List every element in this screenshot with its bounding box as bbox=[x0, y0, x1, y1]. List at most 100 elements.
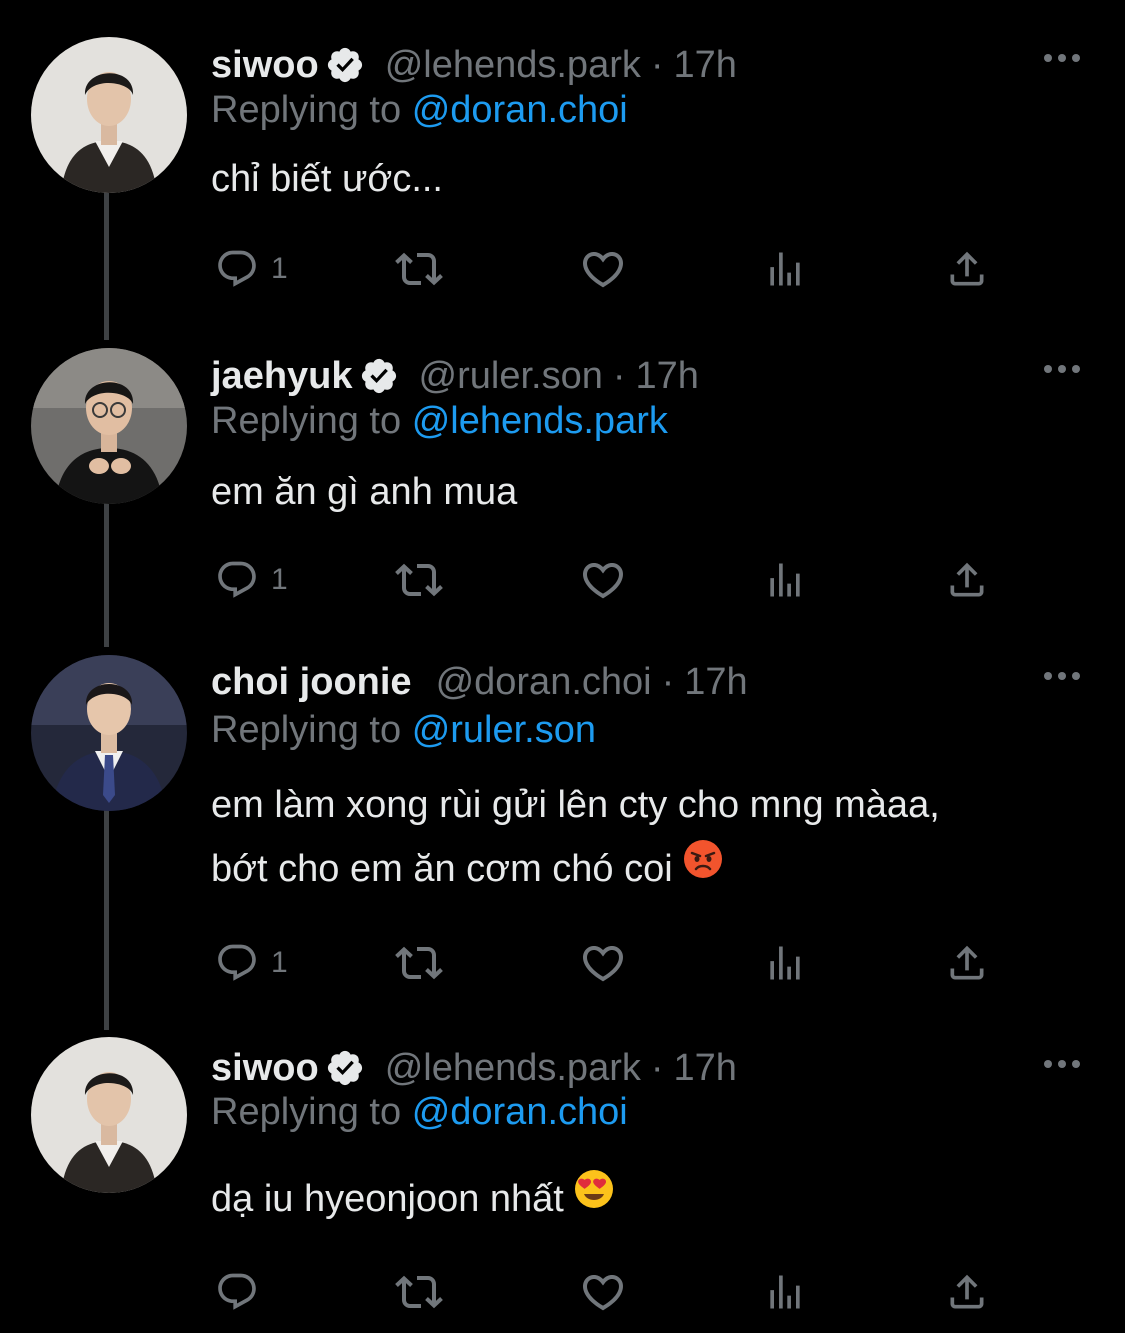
replying-to-label: Replying to bbox=[211, 1091, 402, 1133]
display-name[interactable]: choi joonie bbox=[211, 661, 412, 704]
replying-to-label: Replying to bbox=[211, 709, 402, 751]
verified-badge-icon bbox=[325, 45, 365, 85]
replying-to: Replying to @ruler.son bbox=[211, 709, 596, 752]
replying-to-label: Replying to bbox=[211, 89, 402, 131]
like-button[interactable] bbox=[579, 938, 627, 988]
reply-count: 1 bbox=[271, 252, 288, 285]
mention-link[interactable]: @lehends.park bbox=[412, 400, 668, 442]
retweet-button[interactable] bbox=[395, 1267, 443, 1317]
tweet-text-line: bớt cho em ăn cơm chó coi bbox=[211, 837, 940, 903]
share-button[interactable] bbox=[945, 244, 989, 294]
retweet-icon bbox=[395, 939, 443, 987]
tweet-header: choi joonie @doran.choi · 17h bbox=[211, 657, 748, 707]
share-button[interactable] bbox=[945, 1267, 989, 1317]
verified-badge-icon bbox=[359, 356, 399, 396]
separator-dot: · bbox=[661, 660, 675, 703]
timestamp[interactable]: 17h bbox=[636, 355, 699, 398]
reply-count: 1 bbox=[271, 946, 288, 979]
like-button[interactable] bbox=[579, 1267, 627, 1317]
more-icon[interactable] bbox=[1042, 51, 1082, 65]
separator-dot: · bbox=[650, 1046, 664, 1089]
more-icon[interactable] bbox=[1042, 669, 1082, 683]
views-button[interactable] bbox=[763, 555, 807, 605]
retweet-button[interactable] bbox=[395, 244, 443, 294]
tweet-text-line: em làm xong rùi gửi lên cty cho mng màaa… bbox=[211, 784, 940, 826]
retweet-icon bbox=[395, 556, 443, 604]
like-button[interactable] bbox=[579, 555, 627, 605]
like-icon bbox=[579, 939, 627, 987]
timestamp[interactable]: 17h bbox=[684, 661, 747, 704]
separator-dot: · bbox=[612, 354, 626, 397]
share-icon bbox=[945, 941, 989, 985]
tweet[interactable]: siwoo @lehends.park · 17h Replying to @d… bbox=[0, 1037, 1125, 1333]
share-icon bbox=[945, 247, 989, 291]
share-button[interactable] bbox=[945, 555, 989, 605]
views-icon bbox=[763, 558, 807, 602]
tweet-text-line: em ăn gì anh mua bbox=[211, 471, 518, 513]
tweet-header: jaehyuk @ruler.son · 17h bbox=[211, 351, 699, 401]
reply-button[interactable]: 1 bbox=[215, 244, 288, 294]
views-icon bbox=[763, 1270, 807, 1314]
reply-button[interactable] bbox=[215, 1267, 271, 1317]
views-button[interactable] bbox=[763, 244, 807, 294]
more-icon[interactable] bbox=[1042, 362, 1082, 376]
reply-icon bbox=[215, 558, 259, 602]
tweet-text-line-content: dạ iu hyeonjoon nhất bbox=[211, 1178, 564, 1220]
reply-button[interactable]: 1 bbox=[215, 555, 288, 605]
tweet-header: siwoo @lehends.park · 17h bbox=[211, 40, 737, 90]
avatar[interactable] bbox=[31, 348, 187, 504]
reply-icon bbox=[215, 247, 259, 291]
replying-to-label: Replying to bbox=[211, 400, 402, 442]
timestamp[interactable]: 17h bbox=[674, 1047, 737, 1090]
separator-dot: · bbox=[650, 43, 664, 86]
action-bar: 1 bbox=[211, 555, 1011, 605]
display-name[interactable]: jaehyuk bbox=[211, 355, 353, 398]
display-name[interactable]: siwoo bbox=[211, 44, 319, 87]
action-bar: 1 bbox=[211, 938, 1011, 988]
tweet-text: chỉ biết ước... bbox=[211, 147, 443, 211]
reply-icon bbox=[215, 1270, 259, 1314]
reply-icon bbox=[215, 941, 259, 985]
replying-to: Replying to @lehends.park bbox=[211, 400, 668, 443]
tweet[interactable]: siwoo @lehends.park · 17h Replying to @d… bbox=[0, 37, 1125, 337]
tweet[interactable]: choi joonie @doran.choi · 17h Replying t… bbox=[0, 655, 1125, 1025]
user-handle[interactable]: @ruler.son bbox=[419, 355, 603, 398]
tweet[interactable]: jaehyuk @ruler.son · 17h Replying to @le… bbox=[0, 348, 1125, 648]
retweet-icon bbox=[395, 245, 443, 293]
display-name[interactable]: siwoo bbox=[211, 1047, 319, 1090]
user-handle[interactable]: @lehends.park bbox=[385, 44, 641, 87]
avatar[interactable] bbox=[31, 37, 187, 193]
views-button[interactable] bbox=[763, 938, 807, 988]
views-icon bbox=[763, 247, 807, 291]
user-handle[interactable]: @lehends.park bbox=[385, 1047, 641, 1090]
reply-button[interactable]: 1 bbox=[215, 938, 288, 988]
avatar[interactable] bbox=[31, 655, 187, 811]
mention-link[interactable]: @doran.choi bbox=[412, 89, 628, 131]
action-bar: 1 bbox=[211, 244, 1011, 294]
mention-link[interactable]: @doran.choi bbox=[412, 1091, 628, 1133]
user-handle[interactable]: @doran.choi bbox=[436, 661, 652, 704]
replying-to: Replying to @doran.choi bbox=[211, 1091, 628, 1134]
angry-face-icon bbox=[683, 835, 723, 899]
mention-link[interactable]: @ruler.son bbox=[412, 709, 596, 751]
views-button[interactable] bbox=[763, 1267, 807, 1317]
share-button[interactable] bbox=[945, 938, 989, 988]
retweet-button[interactable] bbox=[395, 938, 443, 988]
tweet-text: dạ iu hyeonjoon nhất bbox=[211, 1167, 614, 1233]
share-icon bbox=[945, 558, 989, 602]
tweet-text-line: chỉ biết ước... bbox=[211, 158, 443, 200]
share-icon bbox=[945, 1270, 989, 1314]
more-icon[interactable] bbox=[1042, 1057, 1082, 1071]
verified-badge-icon bbox=[325, 1048, 365, 1088]
reply-count: 1 bbox=[271, 563, 288, 596]
like-button[interactable] bbox=[579, 244, 627, 294]
tweet-header: siwoo @lehends.park · 17h bbox=[211, 1043, 737, 1093]
heart-eyes-face-icon bbox=[574, 1165, 614, 1229]
timestamp[interactable]: 17h bbox=[674, 44, 737, 87]
like-icon bbox=[579, 1268, 627, 1316]
avatar[interactable] bbox=[31, 1037, 187, 1193]
tweet-text: em làm xong rùi gửi lên cty cho mng màaa… bbox=[211, 773, 940, 903]
tweet-text: em ăn gì anh mua bbox=[211, 460, 517, 524]
retweet-button[interactable] bbox=[395, 555, 443, 605]
like-icon bbox=[579, 556, 627, 604]
